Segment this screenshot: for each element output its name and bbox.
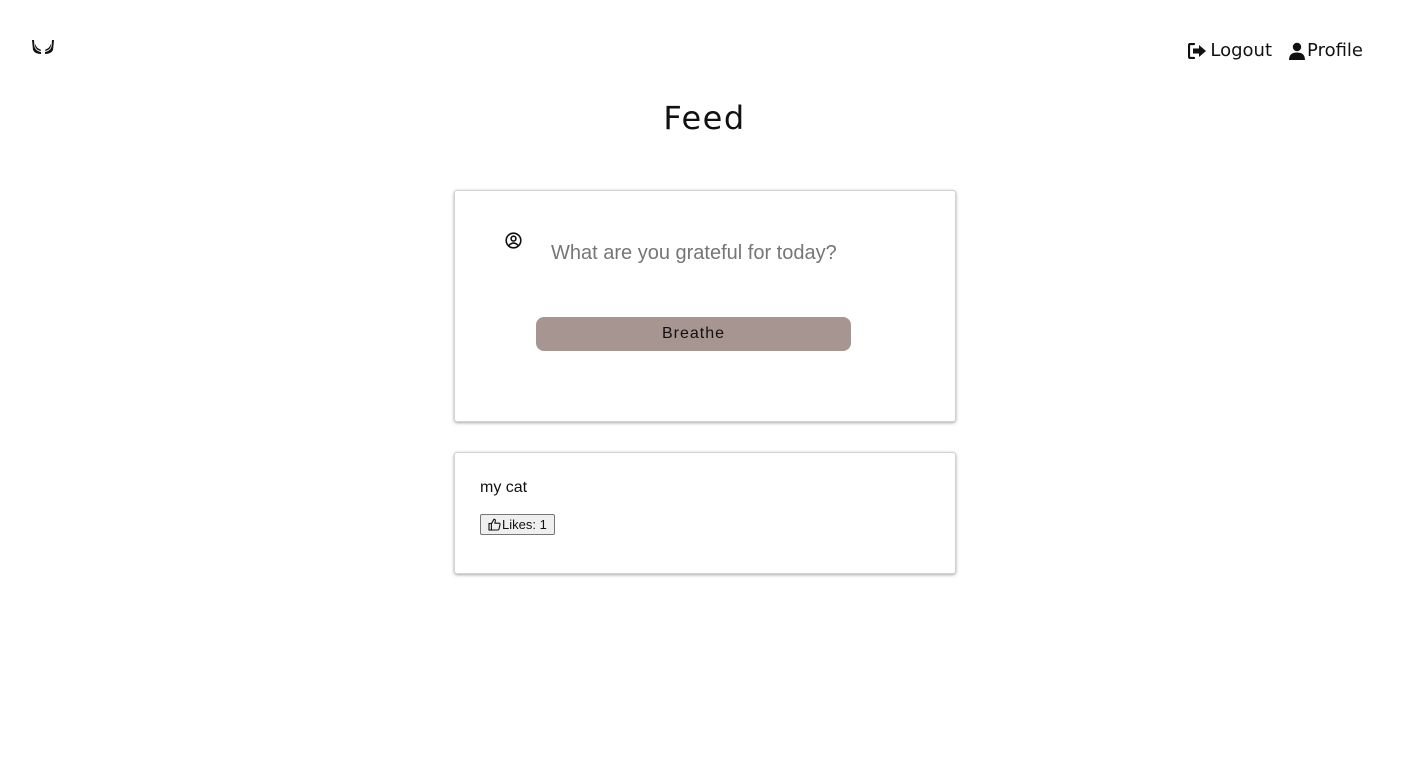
logout-link[interactable]: Logout [1188, 39, 1272, 63]
top-nav: Logout Profile [1188, 39, 1363, 63]
post-text: my cat [480, 479, 528, 496]
profile-link[interactable]: Profile [1288, 39, 1363, 63]
gratitude-input[interactable] [539, 235, 869, 271]
logout-label: Logout [1210, 40, 1273, 61]
breathe-button[interactable]: Breathe [536, 317, 851, 351]
logout-icon [1188, 43, 1207, 59]
thumbs-up-icon [488, 518, 501, 531]
gratitude-composer-card: Breathe [454, 190, 956, 422]
likes-count-label: Likes: 1 [502, 517, 547, 532]
profile-label: Profile [1307, 40, 1363, 61]
user-icon [1288, 42, 1306, 60]
post-card: my cat Likes: 1 [454, 452, 956, 574]
like-button[interactable]: Likes: 1 [480, 514, 555, 535]
logo-praying-hands-icon[interactable] [31, 38, 55, 56]
user-circle-icon [505, 232, 522, 249]
page-title: Feed [663, 99, 746, 137]
